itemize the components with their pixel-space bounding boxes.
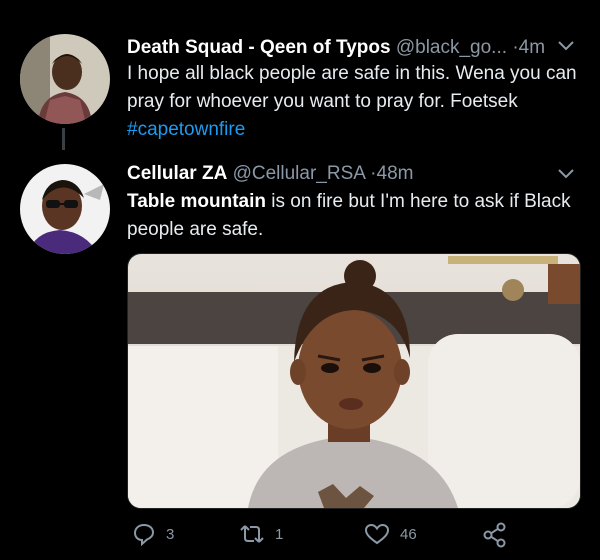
tweet2-header: Cellular ZA @Cellular_RSA ·48m — [127, 163, 413, 185]
tweet1-text: I hope all black people are safe in this… — [127, 60, 582, 144]
tweet2-handle[interactable]: @Cellular_RSA — [233, 163, 365, 184]
tweet2-time[interactable]: 48m — [377, 163, 414, 184]
reply-count: 3 — [166, 525, 175, 543]
tweet1-header: Death Squad - Qeen of Typos @black_go...… — [127, 37, 545, 59]
tweet1-handle[interactable]: @black_go... — [396, 37, 507, 58]
tweet1-time[interactable]: 4m — [519, 37, 545, 58]
sunglasses-person-icon — [20, 164, 110, 254]
reply-button[interactable]: 3 — [132, 522, 174, 546]
tweet2-line2: people are safe. — [127, 219, 264, 240]
share-icon — [483, 522, 506, 548]
tweet1-line1: I hope all black people are safe in this… — [127, 63, 577, 84]
tweet1-line2: pray for whoever you want to pray for. F… — [127, 91, 518, 112]
like-button[interactable]: 46 — [364, 522, 417, 546]
tweet2-avatar[interactable] — [20, 164, 110, 254]
tweet2-text-rest: is on fire but I'm here to ask if Black — [265, 191, 571, 212]
retweet-button[interactable]: 1 — [239, 522, 283, 546]
tweet2-display-name[interactable]: Cellular ZA — [127, 163, 227, 184]
child-photo-icon — [20, 34, 110, 124]
like-count: 46 — [400, 525, 417, 543]
chevron-down-icon[interactable] — [557, 40, 575, 52]
share-button[interactable] — [482, 522, 508, 548]
heart-icon — [364, 523, 390, 545]
tweet-action-bar: 3 1 46 — [127, 522, 587, 554]
reply-icon — [133, 523, 155, 546]
tweet2-text: Table mountain is on fire but I'm here t… — [127, 188, 582, 244]
tweet2-bold-text: Table mountain — [127, 191, 266, 212]
retweet-icon — [240, 525, 264, 543]
frowning-child-photo-icon — [128, 254, 580, 508]
tweet1-display-name[interactable]: Death Squad - Qeen of Typos — [127, 37, 391, 58]
tweet1-avatar[interactable] — [20, 34, 110, 124]
tweet-1[interactable]: Death Squad - Qeen of Typos @black_go...… — [0, 0, 600, 150]
tweet1-hashtag[interactable]: #capetownfire — [127, 119, 245, 140]
chevron-down-icon[interactable] — [557, 168, 575, 180]
thread-line — [62, 128, 65, 150]
tweet2-media[interactable] — [127, 253, 581, 509]
retweet-count: 1 — [275, 525, 284, 543]
